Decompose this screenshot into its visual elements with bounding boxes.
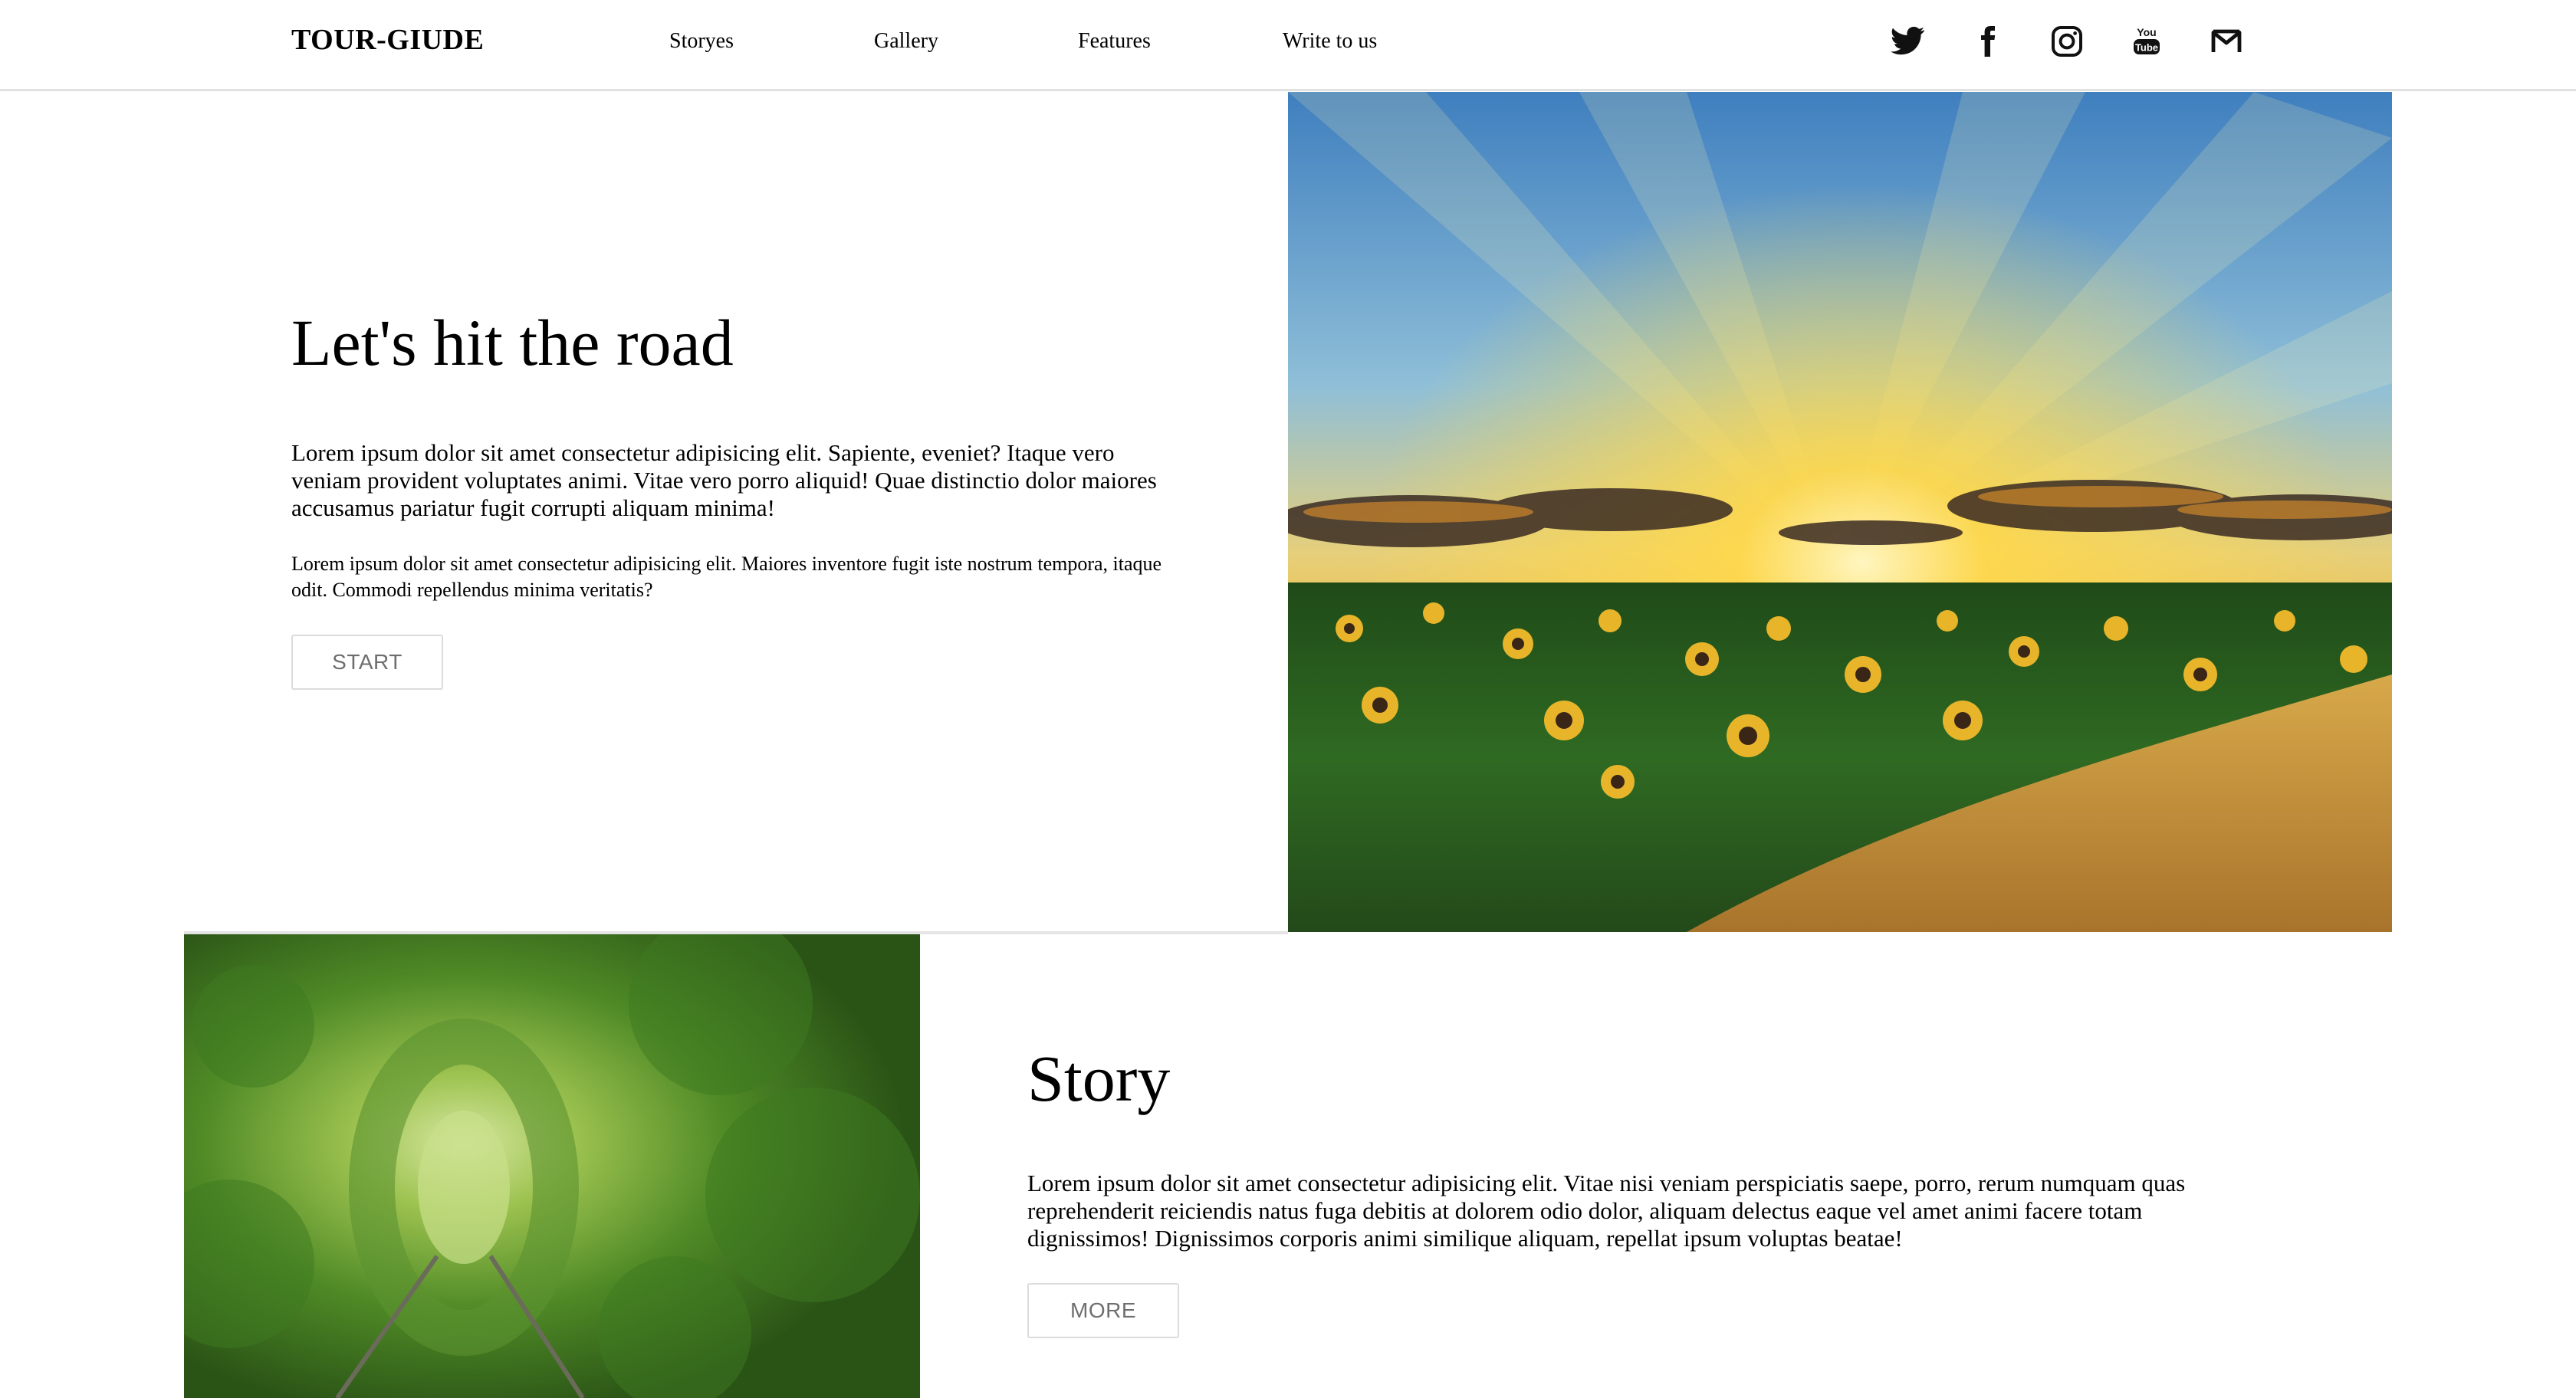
nav-item-features[interactable]: Features [1078,29,1151,54]
nav-item-gallery[interactable]: Gallery [874,29,938,54]
hero-section: Let's hit the road Lorem ipsum dolor sit… [291,307,1181,603]
twitter-icon[interactable] [1889,23,1926,60]
tunnel-of-love-image [184,934,920,1398]
hero-paragraph-1: Lorem ipsum dolor sit amet consectetur a… [291,438,1157,521]
mail-icon[interactable] [2208,23,2245,60]
more-button[interactable]: MORE [1027,1283,1179,1338]
nav-item-storyes[interactable]: Storyes [669,29,734,54]
youtube-icon[interactable]: You Tube [2128,23,2165,60]
story-title: Story [1027,1042,1171,1115]
svg-text:You: You [2137,26,2156,38]
story-paragraph: Lorem ipsum dolor sit amet consectetur a… [1027,1170,2186,1252]
instagram-icon[interactable] [2049,23,2085,60]
sunflower-field-image [1288,92,2392,932]
nav-item-write-to-us[interactable]: Write to us [1283,29,1377,54]
hero-title: Let's hit the road [291,306,734,379]
facebook-icon[interactable] [1969,23,2006,60]
start-button[interactable]: START [291,635,443,690]
site-header: TOUR-GIUDE Storyes Gallery Features Writ… [0,0,2576,91]
svg-text:Tube: Tube [2135,42,2158,54]
site-logo[interactable]: TOUR-GIUDE [291,23,484,57]
hero-paragraph-2: Lorem ipsum dolor sit amet consectetur a… [291,552,1162,601]
